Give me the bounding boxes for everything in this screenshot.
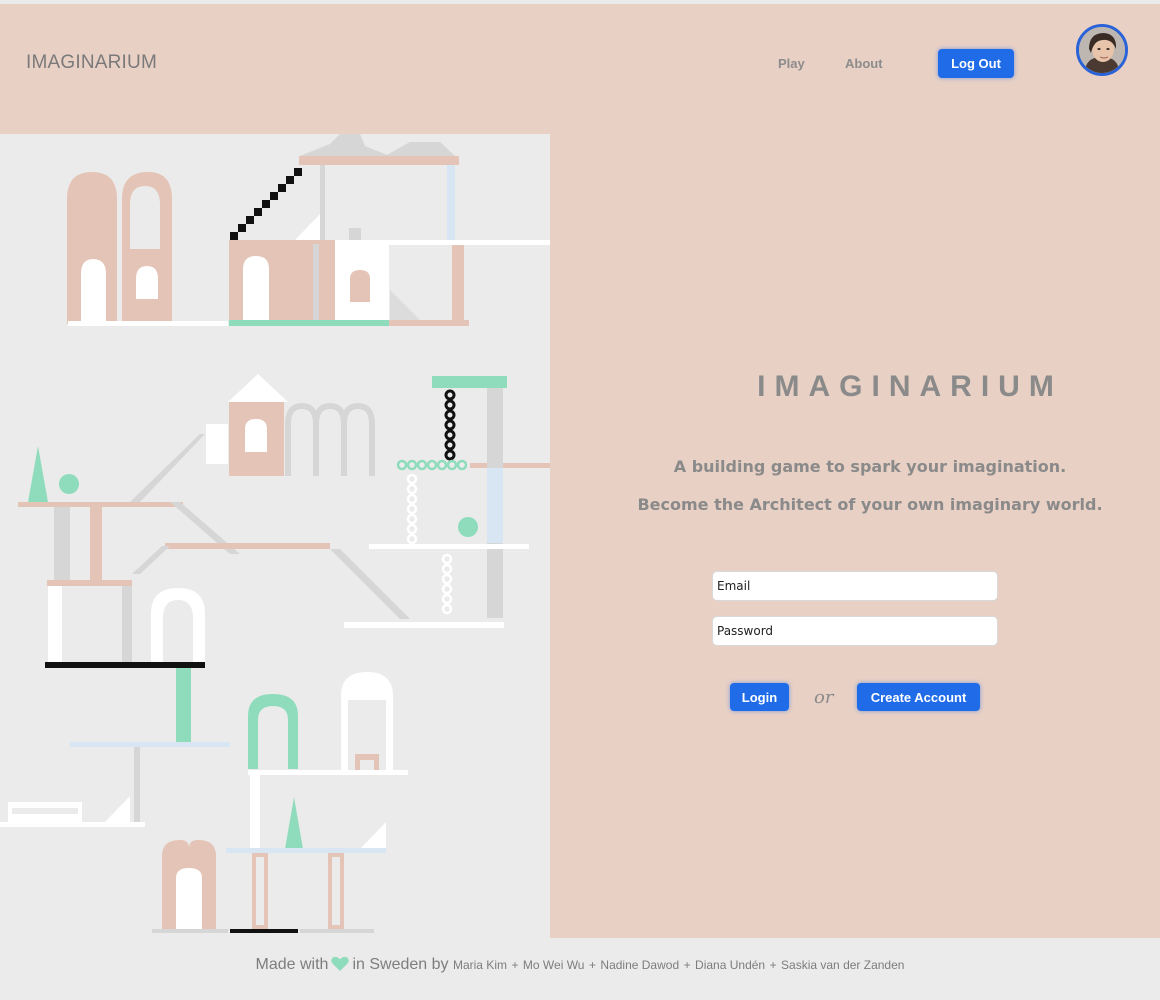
login-button[interactable]: Login [730, 683, 789, 711]
panel-title: IMAGINARIUM [757, 370, 1063, 403]
password-field[interactable] [712, 616, 998, 646]
create-account-button[interactable]: Create Account [857, 683, 980, 711]
logout-button[interactable]: Log Out [938, 49, 1014, 78]
login-panel: IMAGINARIUM A building game to spark you… [550, 134, 1160, 938]
site-header: IMAGINARIUM Play About Log Out [0, 4, 1160, 134]
author-separator: + [511, 958, 519, 972]
author-separator: + [769, 958, 777, 972]
author-separator: + [683, 958, 691, 972]
site-logo[interactable]: IMAGINARIUM [26, 52, 157, 74]
tagline-primary: A building game to spark your imaginatio… [673, 457, 1067, 476]
author-name: Mo Wei Wu [522, 958, 585, 972]
user-avatar[interactable] [1076, 24, 1128, 76]
or-separator: or [814, 687, 834, 708]
author-name: Maria Kim [452, 958, 507, 972]
page: IMAGINARIUM Play About Log Out IMAGINARI… [0, 0, 1160, 1000]
nav-about-link[interactable]: About [845, 56, 883, 71]
author-name: Diana Undén [695, 958, 766, 972]
avatar-icon [1079, 27, 1125, 73]
heart-icon [331, 956, 350, 976]
architecture-illustration [0, 134, 550, 938]
nav-play-link[interactable]: Play [778, 56, 805, 71]
building-blocks-artwork [0, 134, 550, 933]
tagline-secondary: Become the Architect of your own imagina… [637, 495, 1103, 514]
author-name: Nadine Dawod [600, 958, 680, 972]
site-footer: Made with in Sweden by Maria Kim + Mo Wei… [0, 938, 1160, 1000]
author-name: Saskia van der Zanden [781, 958, 905, 972]
made-with-text: Made with [255, 956, 329, 973]
author-separator: + [588, 958, 596, 972]
email-field[interactable] [712, 571, 998, 601]
in-sweden-text: in Sweden by [352, 956, 449, 973]
credits-line: Made with in Sweden by Maria Kim + Mo Wei… [0, 956, 1160, 976]
